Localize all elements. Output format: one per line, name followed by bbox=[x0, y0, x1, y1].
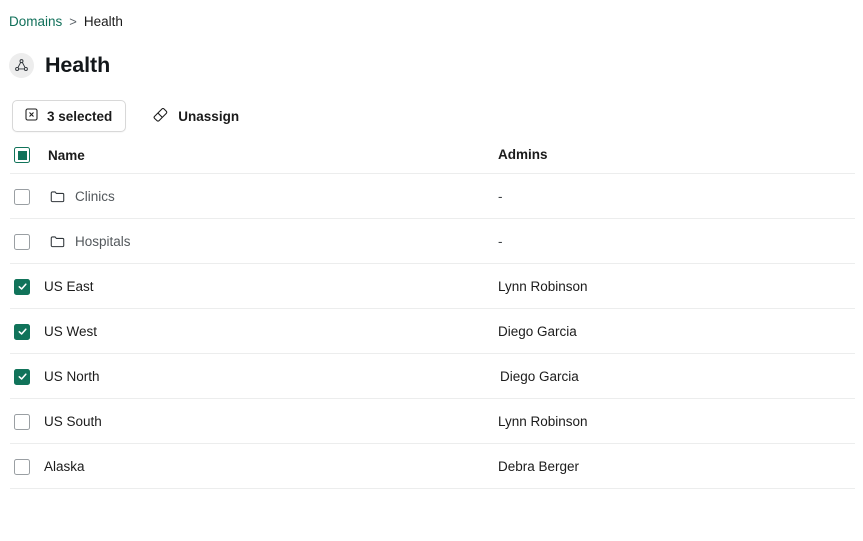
table-row[interactable]: Hospitals - bbox=[0, 219, 863, 264]
row-name: Clinics bbox=[75, 189, 115, 204]
selected-count-label: 3 selected bbox=[47, 109, 112, 124]
row-admins: - bbox=[498, 189, 503, 204]
row-cell-admins: - bbox=[498, 233, 858, 251]
breadcrumb: Domains > Health bbox=[9, 13, 123, 31]
page-header: Health bbox=[9, 53, 110, 78]
row-name: Hospitals bbox=[75, 234, 131, 249]
select-all-checkbox[interactable] bbox=[14, 147, 30, 163]
toolbar: 3 selected Unassign bbox=[12, 100, 247, 132]
domains-table: Name Admins Clinics - bbox=[0, 136, 863, 489]
row-admins: Lynn Robinson bbox=[498, 414, 588, 429]
column-header-admins[interactable]: Admins bbox=[498, 147, 548, 162]
breadcrumb-current-health: Health bbox=[84, 13, 123, 31]
table-header-row: Name Admins bbox=[0, 136, 863, 174]
row-cell-admins: Diego Garcia bbox=[498, 323, 858, 341]
unassign-button[interactable]: Unassign bbox=[144, 100, 247, 132]
unassign-label: Unassign bbox=[178, 109, 239, 124]
header-cell-name: Name bbox=[14, 147, 498, 163]
row-cell-admins: - bbox=[498, 188, 858, 206]
row-name: Alaska bbox=[44, 459, 85, 474]
row-checkbox[interactable] bbox=[14, 369, 30, 385]
row-checkbox[interactable] bbox=[14, 324, 30, 340]
domain-network-icon bbox=[9, 53, 34, 78]
header-cell-admins: Admins bbox=[498, 146, 858, 164]
row-name: US West bbox=[44, 324, 97, 339]
row-checkbox[interactable] bbox=[14, 414, 30, 430]
row-checkbox[interactable] bbox=[14, 279, 30, 295]
row-admins: Diego Garcia bbox=[498, 324, 577, 339]
table-row[interactable]: US East Lynn Robinson bbox=[0, 264, 863, 309]
close-square-icon bbox=[24, 107, 39, 125]
selected-count-button[interactable]: 3 selected bbox=[12, 100, 126, 132]
row-name: US East bbox=[44, 279, 94, 294]
table-row[interactable]: Clinics - bbox=[0, 174, 863, 219]
table-row[interactable]: Alaska Debra Berger bbox=[0, 444, 863, 489]
page-title: Health bbox=[45, 53, 110, 78]
row-name: US South bbox=[44, 414, 102, 429]
column-header-name[interactable]: Name bbox=[48, 148, 85, 163]
table-row[interactable]: US West Diego Garcia bbox=[0, 309, 863, 354]
row-admins: - bbox=[498, 234, 503, 249]
row-cell-name: US North bbox=[14, 369, 498, 385]
row-cell-admins: Lynn Robinson bbox=[498, 413, 858, 431]
row-cell-name: US South bbox=[14, 414, 498, 430]
row-checkbox[interactable] bbox=[14, 459, 30, 475]
row-admins: Diego Garcia bbox=[500, 369, 579, 384]
breadcrumb-separator: > bbox=[69, 13, 77, 31]
table-row[interactable]: US North Diego Garcia bbox=[0, 354, 863, 399]
table-row[interactable]: US South Lynn Robinson bbox=[0, 399, 863, 444]
folder-icon bbox=[49, 233, 66, 250]
folder-icon bbox=[49, 188, 66, 205]
row-admins: Debra Berger bbox=[498, 459, 579, 474]
row-cell-name: Hospitals bbox=[14, 233, 498, 250]
row-cell-admins: Diego Garcia bbox=[498, 368, 858, 386]
row-rule bbox=[10, 488, 855, 489]
row-checkbox[interactable] bbox=[14, 234, 30, 250]
row-name: US North bbox=[44, 369, 100, 384]
row-cell-admins: Debra Berger bbox=[498, 458, 858, 476]
row-cell-name: US East bbox=[14, 279, 498, 295]
row-cell-name: US West bbox=[14, 324, 498, 340]
row-admins: Lynn Robinson bbox=[498, 279, 588, 294]
row-cell-name: Alaska bbox=[14, 459, 498, 475]
breadcrumb-link-domains[interactable]: Domains bbox=[9, 13, 62, 31]
eraser-icon bbox=[152, 106, 169, 126]
row-checkbox[interactable] bbox=[14, 189, 30, 205]
row-cell-name: Clinics bbox=[14, 188, 498, 205]
row-cell-admins: Lynn Robinson bbox=[498, 278, 858, 296]
